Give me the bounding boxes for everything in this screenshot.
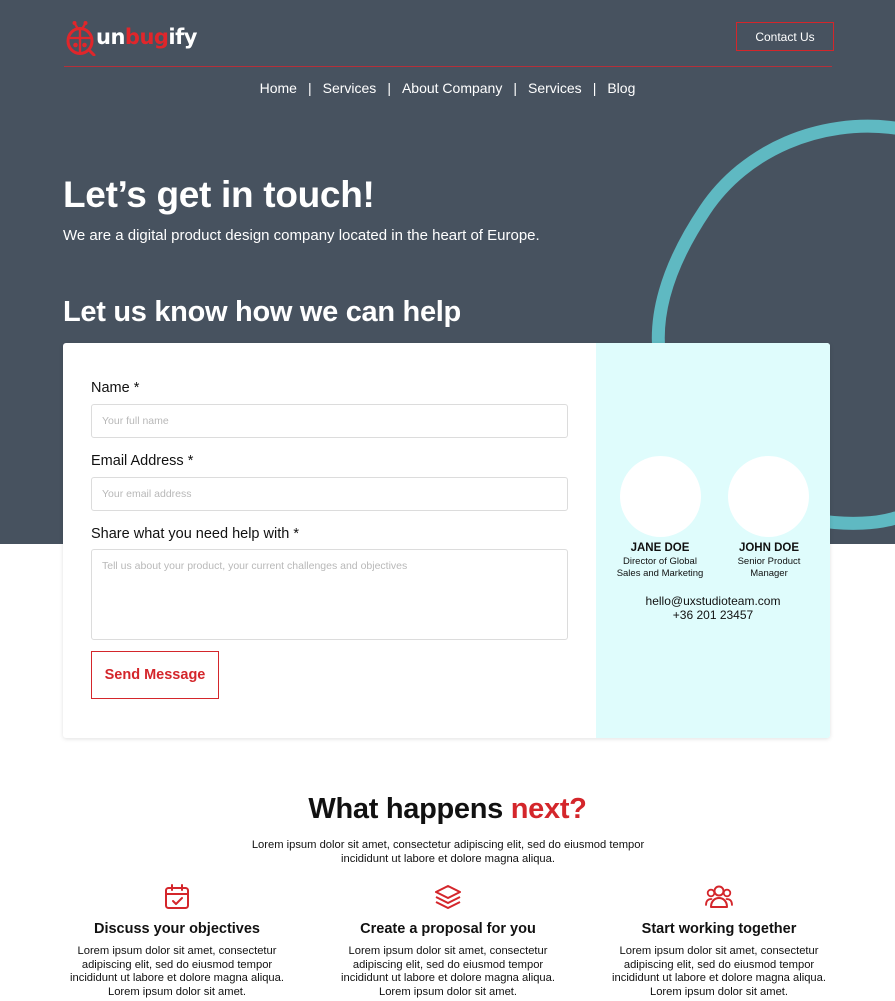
users-icon <box>705 885 733 908</box>
step-description: Lorem ipsum dolor sit amet, consectetur … <box>328 945 568 999</box>
next-title-main: What happens <box>308 793 511 825</box>
send-message-button[interactable]: Send Message <box>91 651 219 699</box>
step-text-line: Lorem ipsum dolor sit amet. <box>378 985 518 998</box>
step-title: Create a proposal for you <box>360 921 536 937</box>
next-section-subtitle: Lorem ipsum dolor sit amet, consectetur … <box>247 838 649 866</box>
step-title: Start working together <box>641 921 797 937</box>
step-discuss: Discuss your objectives Lorem ipsum dolo… <box>57 882 297 999</box>
step-text-line: Lorem ipsum dolor sit amet. <box>107 985 247 998</box>
avatar <box>728 456 809 537</box>
subtitle-line: Lorem ipsum dolor sit amet, consectetur … <box>251 839 645 851</box>
step-text-line: Lorem ipsum dolor sit amet, consectetur <box>77 945 277 957</box>
step-text-line: adipiscing elit, sed do eiusmod tempor <box>623 958 815 971</box>
brand-logo[interactable]: unbugify <box>64 18 197 56</box>
layers-icon <box>435 885 461 909</box>
step-description: Lorem ipsum dolor sit amet, consectetur … <box>599 945 839 999</box>
calendar-check-icon <box>165 884 189 909</box>
contact-card: Name * Email Address * Share what you ne… <box>63 343 830 738</box>
step-proposal: Create a proposal for you Lorem ipsum do… <box>328 882 568 999</box>
help-section-title: Let us know how we can help <box>63 296 461 328</box>
nav-separator: | <box>307 80 312 96</box>
team-panel: JANE DOE Director of Global Sales and Ma… <box>596 343 830 738</box>
nav-item-home[interactable]: Home <box>260 80 297 96</box>
role-line: Sales and Marketing <box>616 568 704 579</box>
contact-phone[interactable]: +36 201 23457 <box>596 608 830 622</box>
name-label: Name * <box>91 380 140 396</box>
team-member-role: Senior Product Manager <box>719 556 819 580</box>
message-field[interactable] <box>91 549 568 640</box>
step-title: Discuss your objectives <box>93 921 260 937</box>
nav-separator: | <box>387 80 391 96</box>
subtitle-line: incididunt ut labore et dolore magna ali… <box>341 853 555 865</box>
bug-logo-icon <box>66 21 96 56</box>
nav-item-blog[interactable]: Blog <box>607 80 635 96</box>
next-section-title: What happens next? <box>0 793 895 826</box>
step-text-line: incididunt ut labore et dolore magna ali… <box>612 972 826 985</box>
hero-subtitle: We are a digital product design company … <box>63 227 540 244</box>
nav-separator: | <box>592 80 597 96</box>
role-line: Director of Global <box>623 556 697 567</box>
main-nav: Home | Services | About Company | Servic… <box>0 80 895 96</box>
team-member-name: JANE DOE <box>630 542 690 554</box>
team-member-role: Director of Global Sales and Marketing <box>610 556 710 580</box>
nav-item-about-company[interactable]: About Company <box>402 80 502 96</box>
step-text-line: Lorem ipsum dolor sit amet, consectetur <box>619 945 819 957</box>
brand-wordmark: unbugify <box>96 24 197 49</box>
avatar <box>620 456 701 537</box>
nav-item-services[interactable]: Services <box>323 80 377 96</box>
next-title-accent: next? <box>510 793 587 825</box>
nav-item-services-2[interactable]: Services <box>528 80 582 96</box>
step-text-line: Lorem ipsum dolor sit amet. <box>649 985 789 998</box>
name-field[interactable] <box>91 404 568 438</box>
hero-title: Let’s get in touch! <box>63 174 375 215</box>
step-text-line: adipiscing elit, sed do eiusmod tempor <box>81 958 273 971</box>
email-field[interactable] <box>91 477 568 511</box>
nav-separator: | <box>513 80 517 96</box>
role-line: Manager <box>750 568 788 579</box>
contact-email[interactable]: hello@uxstudioteam.com <box>596 594 830 608</box>
role-line: Senior Product <box>737 556 801 567</box>
step-text-line: Lorem ipsum dolor sit amet, consectetur <box>348 945 548 957</box>
message-label: Share what you need help with * <box>91 526 299 542</box>
step-text-line: incididunt ut labore et dolore magna ali… <box>70 972 284 985</box>
step-text-line: incididunt ut labore et dolore magna ali… <box>341 972 555 985</box>
contact-form: Name * Email Address * Share what you ne… <box>63 343 596 738</box>
step-description: Lorem ipsum dolor sit amet, consectetur … <box>57 945 297 999</box>
team-member-name: JOHN DOE <box>738 542 800 554</box>
step-text-line: adipiscing elit, sed do eiusmod tempor <box>352 958 544 971</box>
contact-us-button[interactable]: Contact Us <box>736 22 834 51</box>
header-divider <box>64 66 832 67</box>
step-working-together: Start working together Lorem ipsum dolor… <box>599 882 839 999</box>
email-label: Email Address * <box>91 453 194 469</box>
